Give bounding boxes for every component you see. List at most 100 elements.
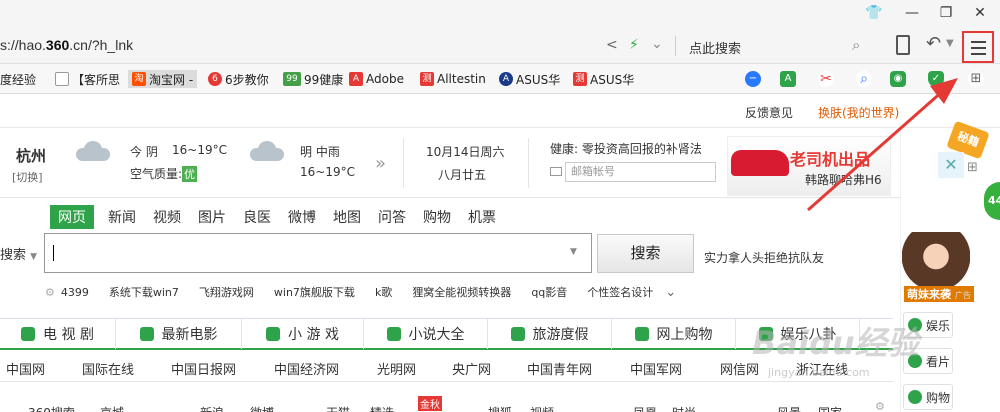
close-icon[interactable]: ✕: [938, 152, 964, 178]
tab-video[interactable]: 视频: [153, 207, 181, 227]
search-input[interactable]: [44, 233, 592, 273]
tab-doctor[interactable]: 良医: [243, 207, 271, 227]
tab-images[interactable]: 图片: [198, 207, 226, 227]
site-link[interactable]: 精选: [370, 404, 394, 412]
avatar-label: 萌妹来袭 广告: [904, 286, 974, 302]
site-link[interactable]: 中国网: [6, 359, 45, 378]
tab-shopping[interactable]: 购物: [423, 207, 451, 227]
divider: [675, 36, 676, 56]
site-link[interactable]: 天猫: [326, 404, 350, 412]
bookmark-item[interactable]: 测 Alltestin: [420, 71, 486, 87]
scissors-icon[interactable]: ✂: [818, 71, 834, 87]
translate-icon[interactable]: A: [780, 71, 796, 87]
site-link[interactable]: 中国青年网: [527, 359, 592, 378]
lightning-icon[interactable]: ⚡: [629, 37, 639, 53]
chevron-down-icon[interactable]: ⌄: [665, 285, 676, 300]
tv-icon: [21, 327, 36, 341]
tab-news[interactable]: 新闻: [108, 207, 136, 227]
category-movies[interactable]: 最新电影: [116, 319, 242, 349]
site-link[interactable]: 国际在线: [82, 359, 134, 378]
quick-link[interactable]: 飞翔游戏网: [199, 284, 254, 300]
tab-qa[interactable]: 问答: [378, 207, 406, 227]
category-label: 小说大全: [408, 327, 465, 343]
ad-title: 老司机出品: [790, 150, 871, 169]
phone-icon[interactable]: [896, 35, 910, 55]
bookmarks-bar: 度经验 【客所思 淘淘宝网 - 6 6步教你 99 99健康 A Adobe 测 All…: [0, 64, 1000, 94]
shirt-icon[interactable]: 👕: [864, 4, 884, 22]
site-link[interactable]: 京城: [100, 404, 124, 412]
bookmark-item[interactable]: 6 6步教你: [208, 71, 269, 87]
site-link[interactable]: 国家: [818, 404, 842, 412]
site-link[interactable]: 光明网: [377, 359, 416, 378]
minus-icon[interactable]: −: [745, 71, 761, 87]
category-shopping[interactable]: 网上购物: [612, 319, 736, 349]
bookmark-item[interactable]: 【客所思: [55, 71, 120, 87]
site-link[interactable]: 微博: [250, 404, 274, 412]
search-engine-select[interactable]: 搜索 ▼: [0, 244, 37, 263]
site-link[interactable]: 中国经济网: [274, 359, 339, 378]
chevron-down-icon[interactable]: ▼: [570, 247, 577, 257]
feedback-link[interactable]: 反馈意见: [745, 104, 793, 121]
chevron-down-icon[interactable]: ⌄: [651, 36, 663, 52]
minimize-button[interactable]: —: [902, 4, 922, 22]
gear-icon[interactable]: ⚙: [875, 400, 885, 412]
address-search-input[interactable]: 点此搜索: [689, 38, 741, 57]
search-icon[interactable]: ⌕: [856, 71, 872, 87]
site-link[interactable]: 时尚: [672, 404, 696, 412]
grid-icon[interactable]: ⊞: [967, 160, 978, 175]
site-link[interactable]: 中国日报网: [171, 359, 236, 378]
url-field[interactable]: s://hao.360.cn/?h_lnk: [0, 37, 133, 53]
quick-link[interactable]: 狸窝全能视频转换器: [412, 284, 511, 300]
site-link[interactable]: 风景: [777, 404, 801, 412]
bookmark-item[interactable]: A ASUS华: [499, 71, 560, 87]
site-link[interactable]: 中国军网: [630, 359, 682, 378]
gamepad-icon[interactable]: ◉: [890, 71, 906, 87]
gear-icon[interactable]: ⚙: [45, 286, 55, 299]
city-switch-link[interactable]: [切换]: [12, 169, 43, 185]
grid-icon[interactable]: ⊞: [968, 71, 984, 87]
hot-search-link[interactable]: 实力拿人头拒绝抗队友: [704, 249, 824, 266]
skin-link[interactable]: 换肤(我的世界): [818, 104, 899, 121]
share-icon[interactable]: <: [606, 37, 618, 53]
ad-mark: 广告: [954, 291, 971, 300]
quick-link[interactable]: 4399: [61, 286, 89, 299]
category-label: 电 视 剧: [43, 327, 94, 343]
bookmark-item[interactable]: A Adobe: [349, 71, 404, 87]
quick-link[interactable]: k歌: [375, 284, 392, 300]
tab-flights[interactable]: 机票: [468, 207, 496, 227]
menu-icon[interactable]: [962, 31, 994, 63]
category-tv[interactable]: 电 视 剧: [0, 319, 116, 349]
chevron-down-icon[interactable]: ▼: [946, 38, 954, 49]
tab-weibo[interactable]: 微博: [288, 207, 316, 227]
site-link[interactable]: 搜狐: [488, 404, 512, 412]
tab-web[interactable]: 网页: [50, 205, 94, 229]
email-field[interactable]: 邮箱帐号: [565, 162, 716, 182]
site-link[interactable]: 360搜索: [28, 404, 75, 412]
shield-icon[interactable]: ✓: [928, 71, 944, 87]
bookmark-item[interactable]: 99 99健康: [283, 71, 343, 87]
mail-icon: [550, 167, 562, 176]
search-button[interactable]: 搜索: [597, 234, 694, 273]
bookmark-item[interactable]: 淘淘宝网 -: [128, 70, 198, 88]
double-chevron-right-icon[interactable]: »: [375, 153, 386, 174]
site-link[interactable]: 视频: [530, 404, 554, 412]
close-button[interactable]: ✕: [970, 4, 990, 22]
bookmark-item[interactable]: 度经验: [0, 71, 36, 87]
quick-link[interactable]: 系统下载win7: [109, 284, 179, 300]
site-link[interactable]: 凤凰: [633, 404, 657, 412]
category-travel[interactable]: 旅游度假: [488, 319, 612, 349]
undo-icon[interactable]: ↶: [926, 33, 941, 54]
site-link[interactable]: 央广网: [452, 359, 491, 378]
category-games[interactable]: 小 游 戏: [242, 319, 364, 349]
restore-button[interactable]: ❐: [936, 4, 956, 22]
health-link[interactable]: 健康: 零投资高回报的补肾法: [550, 140, 702, 157]
quick-link[interactable]: qq影音: [531, 284, 567, 300]
quick-link[interactable]: 个性签名设计: [587, 284, 653, 300]
search-icon[interactable]: ⌕: [852, 36, 860, 54]
site-link[interactable]: 新浪: [200, 404, 224, 412]
quick-link[interactable]: win7旗舰版下载: [274, 284, 355, 300]
sidebar-shop-button[interactable]: 购物: [903, 384, 953, 410]
category-novels[interactable]: 小说大全: [364, 319, 488, 349]
tab-map[interactable]: 地图: [333, 207, 361, 227]
bookmark-item[interactable]: 测 ASUS华: [573, 71, 634, 87]
